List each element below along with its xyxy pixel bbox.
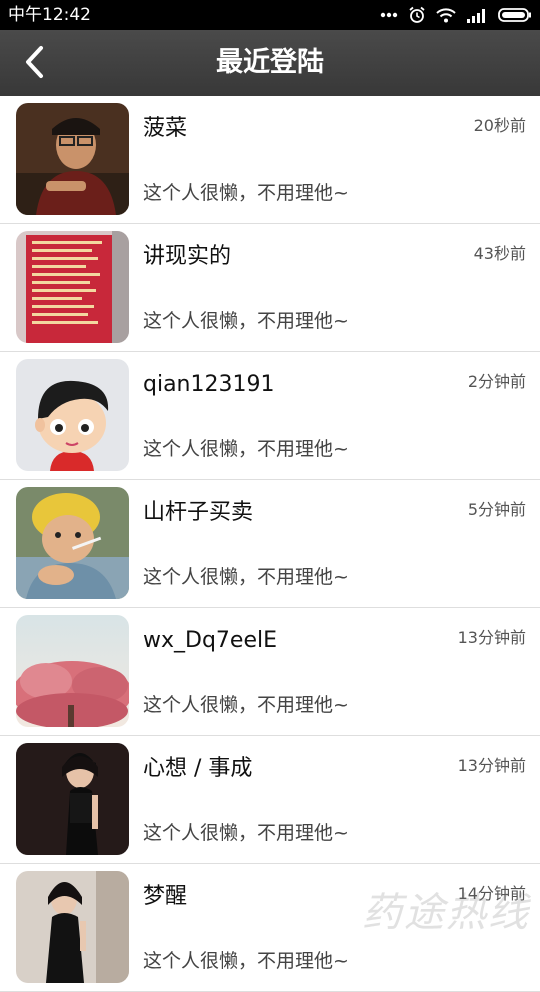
avatar	[16, 743, 129, 855]
avatar	[16, 231, 129, 343]
status-bar: 中午12:42	[0, 0, 540, 30]
avatar-photo-sign	[16, 231, 129, 343]
login-time: 13分钟前	[457, 628, 526, 647]
back-arrow-icon	[23, 45, 45, 83]
avatar-photo-woman-dark	[16, 743, 129, 855]
contact-name: 心想 / 事成	[143, 756, 253, 781]
list-item[interactable]: 山杆子买卖 5分钟前 这个人很懒，不用理他~	[0, 480, 540, 608]
contact-signature: 这个人很懒，不用理他~	[143, 694, 349, 716]
status-time: 中午12:42	[8, 5, 91, 25]
contact-signature: 这个人很懒，不用理他~	[143, 182, 349, 204]
status-icons	[380, 0, 532, 30]
list-item[interactable]: 讲现实的 43秒前 这个人很懒，不用理他~	[0, 224, 540, 352]
avatar-photo-woman-light	[16, 871, 129, 983]
list-item[interactable]: wx_Dq7eelE 13分钟前 这个人很懒，不用理他~	[0, 608, 540, 736]
list-item[interactable]: qian123191 2分钟前 这个人很懒，不用理他~	[0, 352, 540, 480]
avatar-cartoon-boy	[16, 359, 129, 471]
avatar	[16, 871, 129, 983]
contact-signature: 这个人很懒，不用理他~	[143, 438, 349, 460]
avatar	[16, 103, 129, 215]
avatar	[16, 359, 129, 471]
back-button[interactable]	[14, 44, 54, 84]
list-item[interactable]: 梦醒 14分钟前 这个人很懒，不用理他~	[0, 864, 540, 992]
avatar	[16, 615, 129, 727]
avatar-photo-man	[16, 103, 129, 215]
contact-signature: 这个人很懒，不用理他~	[143, 822, 349, 844]
contact-signature: 这个人很懒，不用理他~	[143, 566, 349, 588]
more-dots-icon	[380, 12, 398, 18]
list-item[interactable]: 菠菜 20秒前 这个人很懒，不用理他~	[0, 96, 540, 224]
login-time: 43秒前	[473, 244, 526, 263]
contact-name: 讲现实的	[143, 244, 232, 269]
page-title: 最近登陆	[216, 47, 324, 78]
contact-name: 山杆子买卖	[143, 500, 254, 525]
contact-signature: 这个人很懒，不用理他~	[143, 310, 349, 332]
avatar	[16, 487, 129, 599]
list-item[interactable]: 心想 / 事成 13分钟前 这个人很懒，不用理他~	[0, 736, 540, 864]
login-time: 2分钟前	[467, 372, 526, 391]
alarm-icon	[408, 6, 426, 24]
login-time: 14分钟前	[457, 884, 526, 903]
battery-icon	[498, 7, 532, 23]
avatar-photo-blossom-tree	[16, 615, 129, 727]
recent-login-list: 菠菜 20秒前 这个人很懒，不用理他~ 讲现实的 43秒前 这个人很懒，不用理他…	[0, 96, 540, 992]
contact-signature: 这个人很懒，不用理他~	[143, 950, 349, 972]
contact-name: 梦醒	[143, 884, 188, 909]
login-time: 20秒前	[473, 116, 526, 135]
login-time: 5分钟前	[467, 500, 526, 519]
title-bar: 最近登陆	[0, 30, 540, 96]
contact-name: 菠菜	[143, 116, 188, 141]
login-time: 13分钟前	[457, 756, 526, 775]
signal-icon	[466, 7, 488, 23]
contact-name: wx_Dq7eelE	[143, 628, 277, 653]
avatar-photo-baby	[16, 487, 129, 599]
contact-name: qian123191	[143, 372, 275, 397]
wifi-icon	[436, 7, 456, 23]
